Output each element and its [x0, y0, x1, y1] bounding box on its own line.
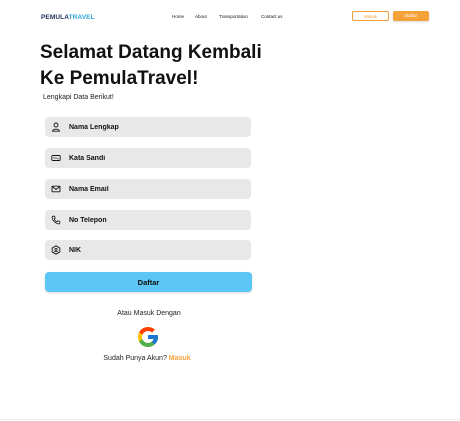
id-icon — [51, 245, 61, 255]
email-field[interactable] — [45, 179, 251, 199]
phone-icon — [51, 215, 61, 225]
nav-link-about[interactable]: About — [195, 14, 207, 19]
daftar-nav-button[interactable]: Daftar — [393, 11, 429, 21]
mail-icon — [51, 185, 61, 193]
email-input[interactable] — [69, 179, 244, 199]
top-navbar: PEMULATRAVEL Home About Transportation C… — [0, 0, 460, 34]
title-line-2: Ke PemulaTravel! — [40, 68, 199, 89]
nav-link-home[interactable]: Home — [172, 14, 184, 19]
nik-field[interactable] — [45, 240, 251, 260]
masuk-button[interactable]: Masuk — [352, 11, 389, 21]
title-line-1: Selamat Datang Kembali — [40, 42, 262, 63]
phone-input[interactable] — [69, 210, 244, 230]
name-input[interactable] — [69, 117, 244, 137]
daftar-submit-button[interactable]: Daftar — [45, 272, 252, 292]
logo-part2: TRAVEL — [68, 14, 95, 21]
have-account-label: Sudah Punya Akun? — [103, 355, 167, 362]
login-link[interactable]: Masuk — [169, 355, 191, 362]
have-account-text: Sudah Punya Akun? Masuk — [0, 355, 294, 362]
nav-link-contact[interactable]: Contact us — [261, 14, 283, 19]
logo[interactable]: PEMULATRAVEL — [41, 14, 95, 21]
nav-link-transportation[interactable]: Transportation — [219, 14, 248, 19]
alt-login-text: Atau Masuk Dengan — [117, 310, 181, 317]
nik-input[interactable] — [69, 240, 244, 260]
name-field[interactable] — [45, 117, 251, 137]
google-icon[interactable] — [136, 325, 160, 349]
footer-divider — [0, 419, 460, 420]
user-icon — [52, 122, 60, 132]
password-icon — [51, 155, 61, 161]
form-subtitle: Lengkapi Data Berikut! — [43, 94, 114, 101]
logo-part1: PEMULA — [41, 14, 69, 21]
page-title: Selamat Datang Kembali Ke PemulaTravel! — [40, 40, 300, 92]
phone-field[interactable] — [45, 210, 251, 230]
password-field[interactable] — [45, 148, 251, 168]
password-input[interactable] — [69, 148, 244, 168]
